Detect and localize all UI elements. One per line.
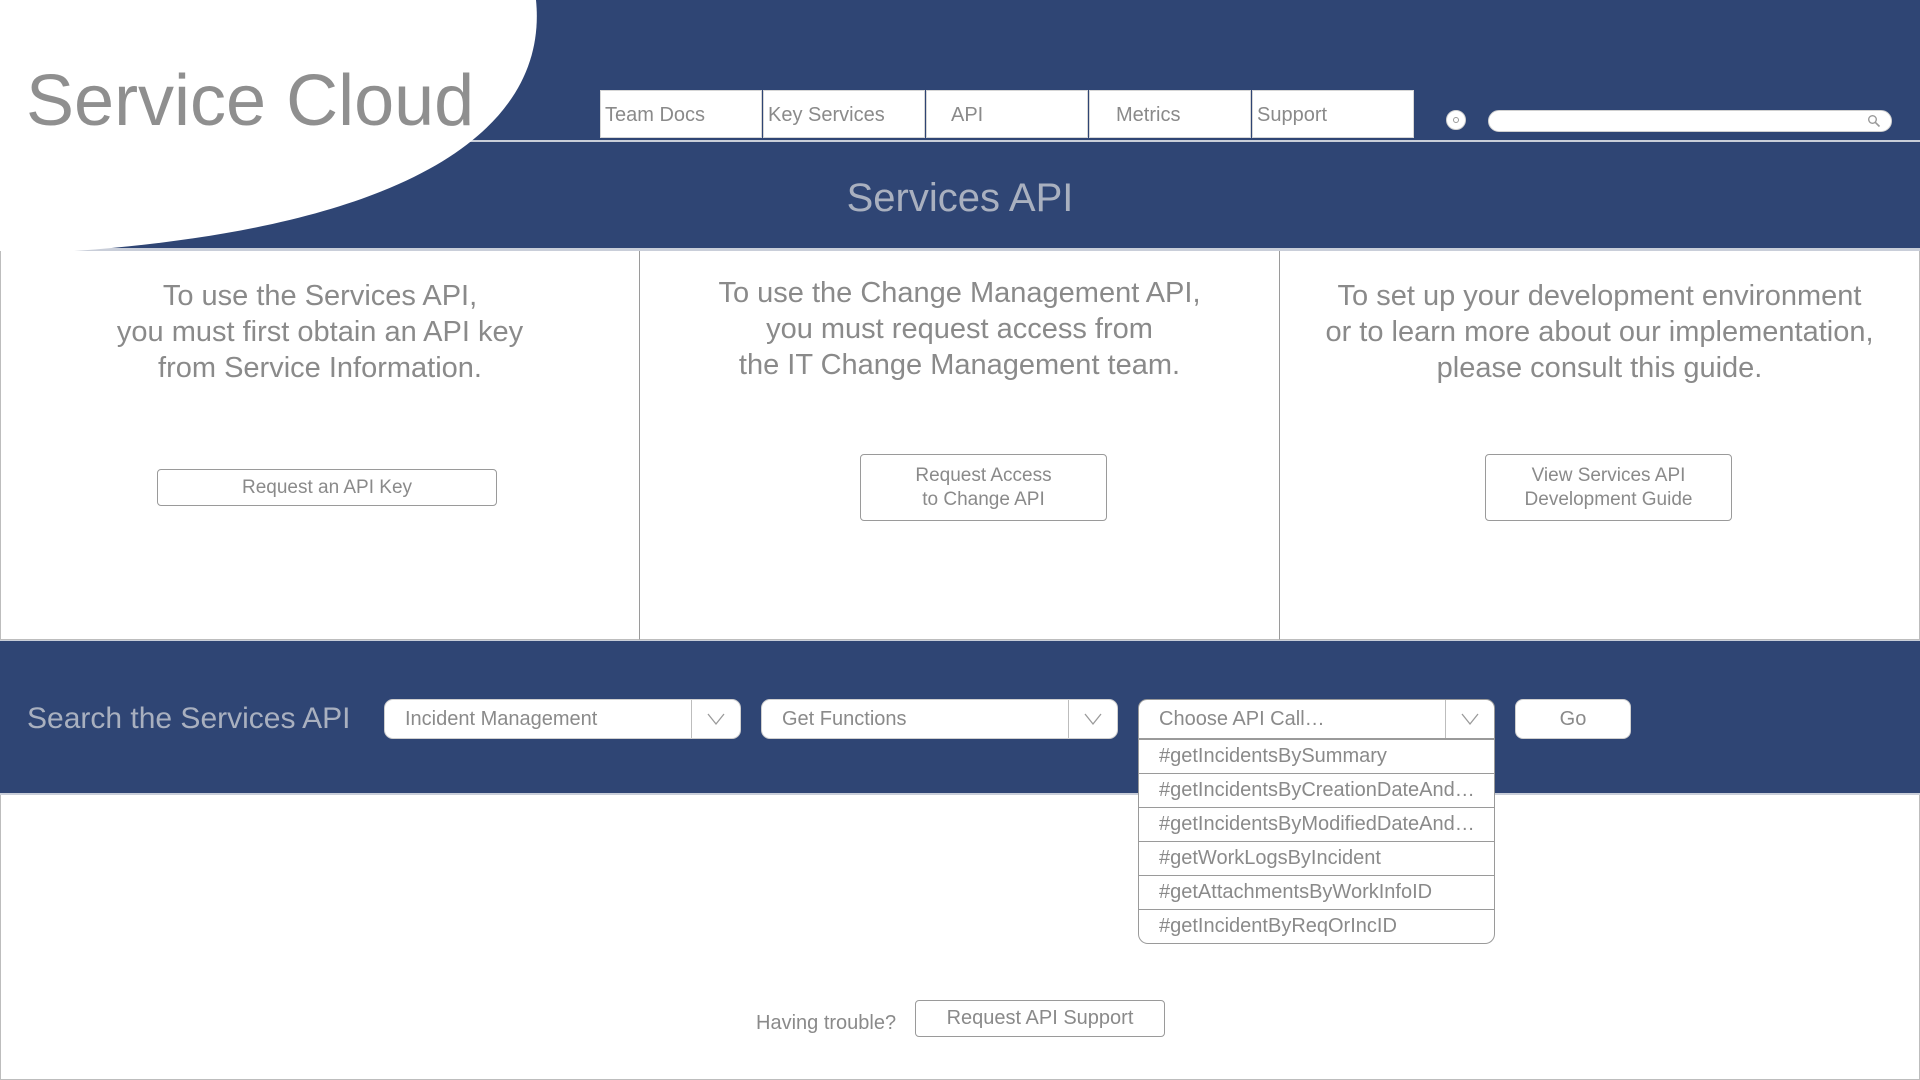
request-change-api-access-button[interactable]: Request Access to Change API [860,454,1107,521]
request-api-support-button[interactable]: Request API Support [915,1000,1165,1037]
chevron-down-icon[interactable] [1460,712,1480,726]
tab-label: Team Docs [605,104,706,126]
api-call-select-placeholder: Choose API Call… [1159,708,1325,730]
tab-label: Key Services [768,104,885,126]
global-search[interactable] [1488,110,1892,132]
page-title: Services API [846,176,1074,220]
api-key-description: To use the Services API, you must first … [1,278,639,386]
trouble-text: Having trouble? [756,1012,897,1034]
global-search-input[interactable] [1503,113,1857,131]
tab-label: Metrics [1116,104,1181,126]
brand-title: Service Cloud [26,61,475,141]
description-line: from Service Information. [158,352,482,384]
button-label-line: to Change API [922,488,1045,510]
button-label-line: View Services API [1531,464,1686,486]
description-line: please consult this guide. [1436,352,1763,384]
settings-dot-icon[interactable] [1446,110,1466,130]
tab-api[interactable]: API [926,90,1088,138]
button-label-line: Development Guide [1524,488,1693,510]
description-line: you must request access from [766,313,1153,345]
magnifier-icon[interactable] [1867,114,1881,128]
footer-area [0,795,1920,1080]
search-label: Search the Services API [27,702,351,735]
go-button[interactable]: Go [1515,699,1631,739]
tab-label: Support [1257,104,1328,126]
category-select-value: Incident Management [405,708,598,730]
tab-label: API [951,104,984,126]
tab-support[interactable]: Support [1252,90,1414,138]
chevron-down-icon[interactable] [706,712,726,726]
function-type-select-value: Get Functions [782,708,907,730]
function-type-select[interactable]: Get Functions [761,699,1118,739]
change-api-description: To use the Change Management API, you mu… [640,275,1279,383]
view-dev-guide-button[interactable]: View Services API Development Guide [1485,454,1732,521]
api-call-select[interactable]: Choose API Call… [1138,699,1495,739]
select-divider [1445,700,1446,738]
select-divider [691,700,692,738]
request-api-key-button[interactable]: Request an API Key [157,469,497,506]
description-line: To set up your development environment [1337,280,1862,312]
tab-team-docs[interactable]: Team Docs [600,90,762,138]
header: Service Cloud Team Docs Key Services API… [0,0,1920,252]
select-divider [1068,700,1069,738]
description-line: the IT Change Management team. [738,349,1181,381]
description-line: To use the Change Management API, [718,277,1201,309]
tab-key-services[interactable]: Key Services [763,90,925,138]
description-line: you must first obtain an API key [116,316,524,348]
button-label-line: Request Access [915,464,1052,486]
button-label: Request an API Key [241,476,413,498]
category-select[interactable]: Incident Management [384,699,741,739]
chevron-down-icon[interactable] [1083,712,1103,726]
tab-metrics[interactable]: Metrics [1089,90,1251,138]
dev-guide-panel: To set up your development environment o… [1280,251,1920,640]
api-call-option[interactable]: #getIncidentsBySummary [1139,739,1494,773]
description-line: To use the Services API, [162,280,478,312]
dev-guide-description: To set up your development environment o… [1280,278,1919,386]
api-key-panel: To use the Services API, you must first … [0,251,640,640]
description-line: or to learn more about our implementatio… [1325,316,1874,348]
change-api-panel: To use the Change Management API, you mu… [640,251,1280,640]
